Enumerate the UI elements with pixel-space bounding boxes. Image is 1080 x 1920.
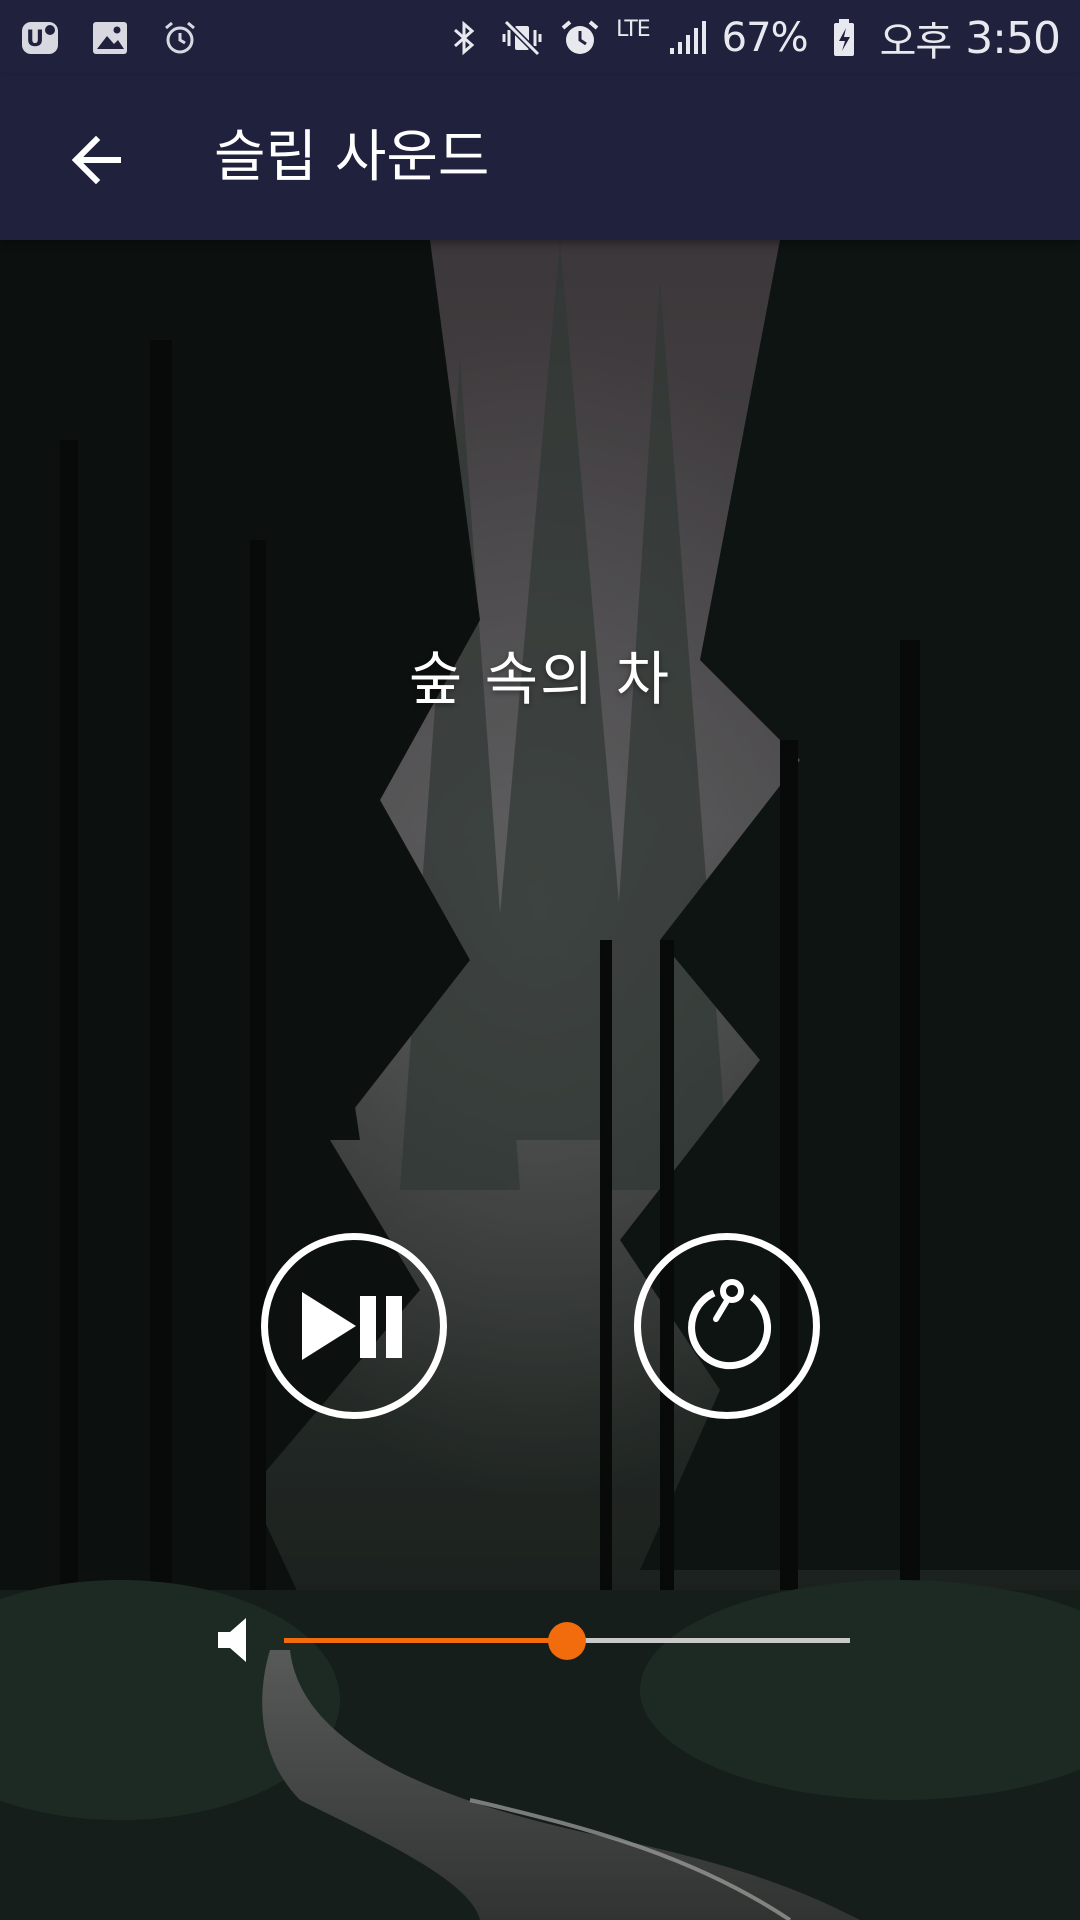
page-title: 슬립 사운드 (214, 125, 490, 190)
sound-title: 숲 속의 차 (408, 645, 672, 713)
ampm-label: 오후 (879, 19, 953, 65)
timer-icon (688, 1279, 772, 1370)
vibrate-mute-icon (502, 19, 542, 57)
speaker-icon[interactable] (216, 1614, 268, 1666)
back-button[interactable] (56, 120, 136, 200)
clock: 3:50 (965, 12, 1061, 64)
alarm-icon (561, 20, 599, 54)
volume-thumb[interactable] (548, 1622, 586, 1660)
bluetooth-icon (454, 20, 475, 56)
gallery-icon (93, 22, 127, 54)
play-pause-icon (302, 1292, 402, 1360)
svg-text:U: U (26, 27, 44, 52)
app-bar: 슬립 사운드 (0, 76, 1080, 240)
lte-label: LTE (616, 17, 651, 42)
timer-button[interactable] (634, 1233, 820, 1419)
alarm-clock-icon (165, 21, 195, 54)
volume-fill (284, 1638, 567, 1643)
play-pause-button[interactable] (261, 1233, 447, 1419)
volume-control (0, 1600, 1080, 1680)
u-plus-icon: U (22, 22, 58, 54)
signal-icon (669, 21, 706, 54)
status-bar: U LTE 67% 오후 3:50 (0, 0, 1080, 76)
volume-slider[interactable] (284, 1620, 850, 1660)
battery-percent: 67% (721, 15, 809, 61)
battery-charging-icon (833, 19, 854, 56)
arrow-back-icon (71, 135, 121, 185)
